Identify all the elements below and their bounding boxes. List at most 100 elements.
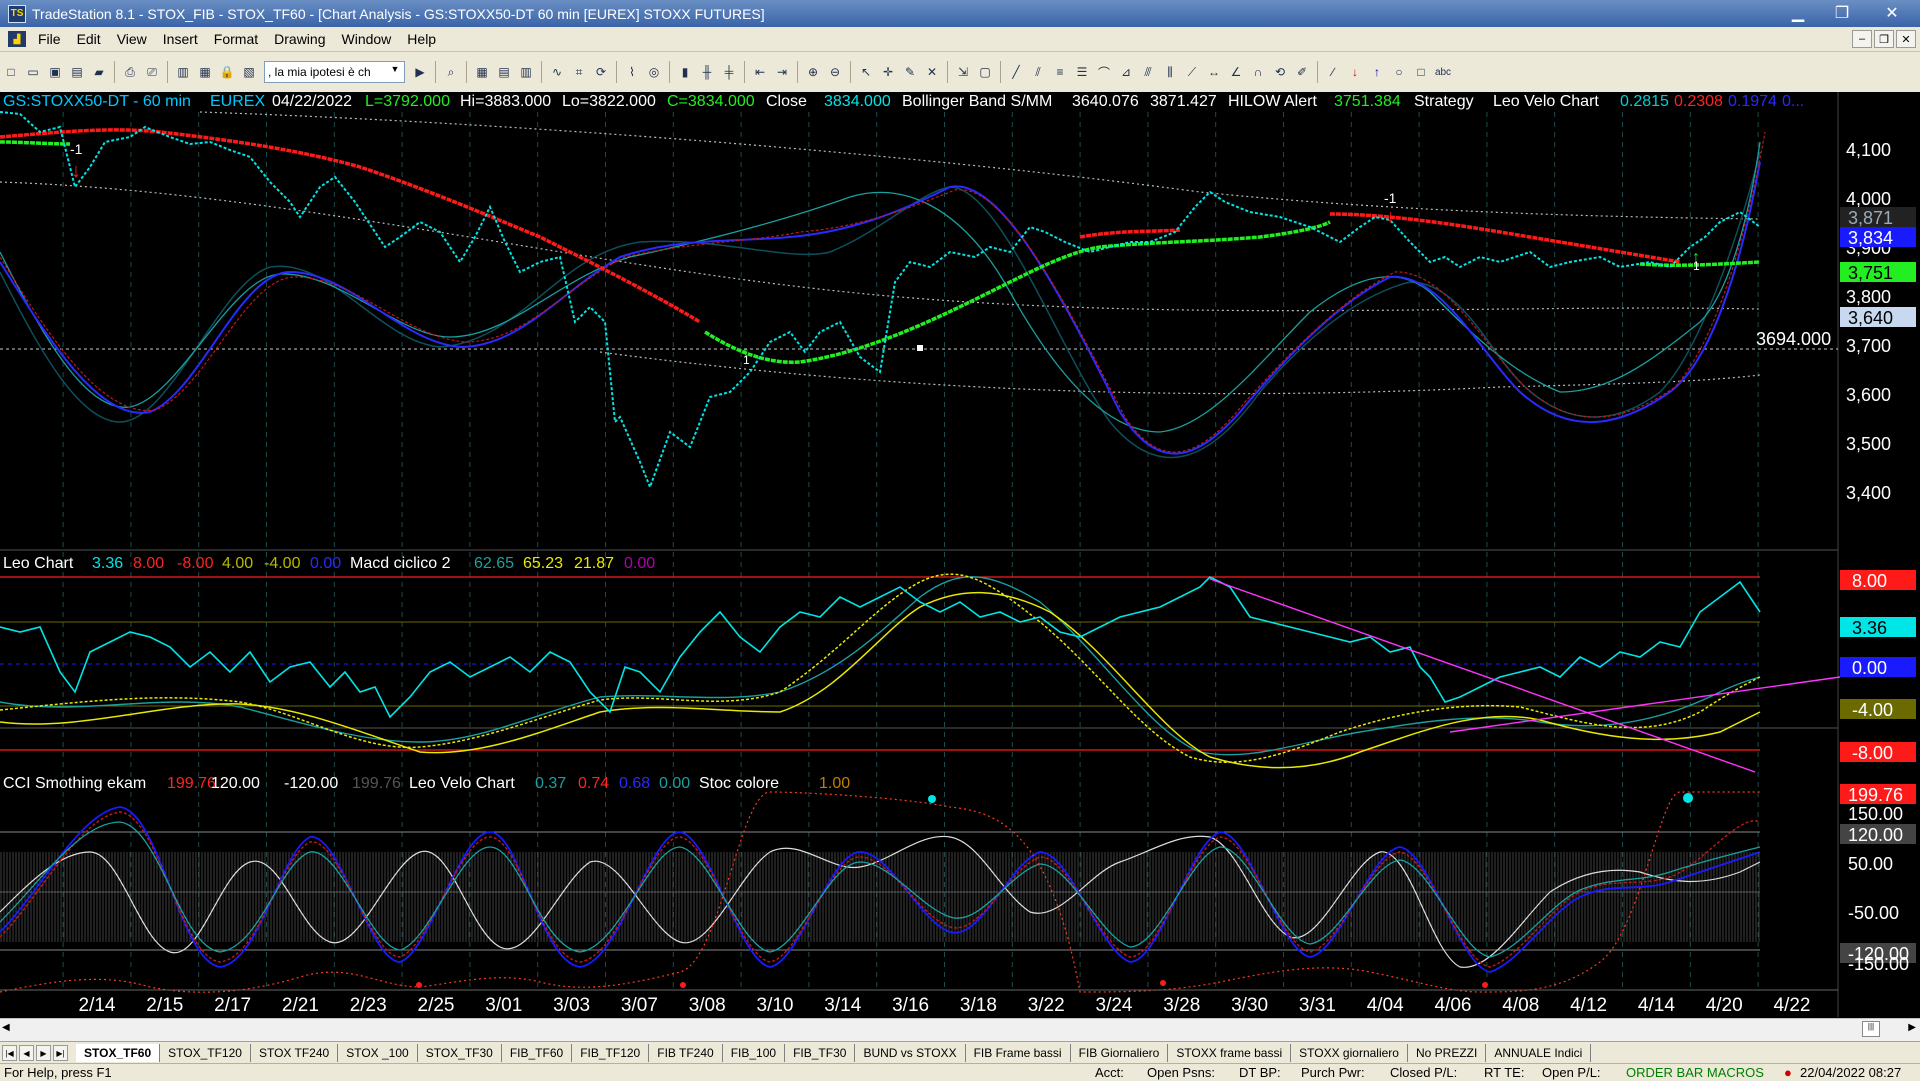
menu-file[interactable]: File bbox=[30, 31, 69, 47]
tab-fib-tf60[interactable]: FIB_TF60 bbox=[502, 1044, 573, 1062]
folder-icon[interactable]: ▰ bbox=[90, 63, 108, 81]
chart-document-icon[interactable]: ▟ bbox=[8, 31, 26, 47]
menu-view[interactable]: View bbox=[109, 31, 155, 47]
tab-stox-tf120[interactable]: STOX_TF120 bbox=[160, 1044, 251, 1062]
menu-edit[interactable]: Edit bbox=[69, 31, 109, 47]
down-arrow-icon[interactable]: ↓ bbox=[1346, 63, 1364, 81]
tab-stox-tf60[interactable]: STOX_TF60 bbox=[76, 1044, 161, 1062]
horizontal-lines-icon[interactable]: ≡ bbox=[1051, 63, 1069, 81]
menu-help[interactable]: Help bbox=[399, 31, 444, 47]
arc-icon[interactable]: ⌒ bbox=[1095, 63, 1113, 81]
tab-stox-tf30[interactable]: STOX_TF30 bbox=[418, 1044, 502, 1062]
menu-insert[interactable]: Insert bbox=[155, 31, 206, 47]
close-tool-icon[interactable]: ✕ bbox=[923, 63, 941, 81]
tab-fib-tf240[interactable]: FIB TF240 bbox=[649, 1044, 723, 1062]
chart-icon[interactable]: ▧ bbox=[240, 63, 258, 81]
table-icon[interactable]: ▥ bbox=[517, 63, 535, 81]
rectangle-icon[interactable]: □ bbox=[1412, 63, 1430, 81]
tab-stoxx-frame-bassi[interactable]: STOXX frame bassi bbox=[1168, 1044, 1292, 1062]
ellipse-icon[interactable]: ○ bbox=[1390, 63, 1408, 81]
tools-icon[interactable]: ✎ bbox=[901, 63, 919, 81]
gann-icon[interactable]: ⊿ bbox=[1117, 63, 1135, 81]
tab-bund-vs-stoxx[interactable]: BUND vs STOXX bbox=[855, 1044, 966, 1062]
tab-fib-100[interactable]: FIB_100 bbox=[723, 1044, 786, 1062]
indicator-icon[interactable]: ∿ bbox=[548, 63, 566, 81]
data-window-icon[interactable]: ▤ bbox=[495, 63, 513, 81]
maximize-button[interactable]: ❐ bbox=[1820, 0, 1864, 26]
line-chart-icon[interactable]: ⌇ bbox=[623, 63, 641, 81]
chart-analysis-area[interactable]: GS:STOXX50-DT - 60 min EUREX 04/22/2022 … bbox=[0, 92, 1920, 1017]
close-button[interactable]: ✕ bbox=[1864, 0, 1920, 26]
freehand-icon[interactable]: ∕ bbox=[1324, 63, 1342, 81]
format-icon[interactable]: ⌗ bbox=[570, 63, 588, 81]
scroll-thumb[interactable]: ||| bbox=[1862, 1021, 1880, 1037]
trendline-icon[interactable]: ╱ bbox=[1007, 63, 1025, 81]
layout-icon[interactable]: ▦ bbox=[196, 63, 214, 81]
magenta-trendline[interactable] bbox=[1209, 578, 1756, 773]
regression-icon[interactable]: ⟋ bbox=[1183, 63, 1201, 81]
tab-fib-tf120[interactable]: FIB_TF120 bbox=[572, 1044, 650, 1062]
spiral-icon[interactable]: ⟲ bbox=[1271, 63, 1289, 81]
mdi-restore-button[interactable]: ❐ bbox=[1874, 30, 1894, 48]
scroll-right-icon[interactable]: ⇥ bbox=[773, 63, 791, 81]
tab-stox-tf240[interactable]: STOX TF240 bbox=[251, 1044, 339, 1062]
tab-fib-tf30[interactable]: FIB_TF30 bbox=[785, 1044, 856, 1062]
zoom-out-icon[interactable]: ⊖ bbox=[826, 63, 844, 81]
tab-fib-giornaliero[interactable]: FIB Giornaliero bbox=[1071, 1044, 1169, 1062]
scroll-right-arrow-icon[interactable]: ▶ bbox=[1908, 1022, 1916, 1033]
menu-format[interactable]: Format bbox=[206, 31, 266, 47]
lock-icon[interactable]: 🔒 bbox=[218, 63, 236, 81]
angle-icon[interactable]: ∠ bbox=[1227, 63, 1245, 81]
refresh-icon[interactable]: ⟳ bbox=[592, 63, 610, 81]
tab-first-icon[interactable]: |◀ bbox=[2, 1045, 17, 1061]
grid-icon[interactable]: ▦ bbox=[473, 63, 491, 81]
tab-prev-icon[interactable]: ◀ bbox=[19, 1045, 34, 1061]
horizontal-scrollbar[interactable]: ◀ ||| ▶ bbox=[0, 1018, 1920, 1041]
workspace-icon[interactable]: ▤ bbox=[68, 63, 86, 81]
ohlc-icon[interactable]: ╪ bbox=[720, 63, 738, 81]
mdi-close-button[interactable]: ✕ bbox=[1896, 30, 1916, 48]
tab-fib-frame-bassi[interactable]: FIB Frame bassi bbox=[966, 1044, 1071, 1062]
save-icon[interactable]: ▣ bbox=[46, 63, 64, 81]
scroll-left-arrow-icon[interactable]: ◀ bbox=[2, 1022, 10, 1033]
tab-annuale-indici[interactable]: ANNUALE Indici bbox=[1486, 1044, 1592, 1062]
new-icon[interactable]: □ bbox=[2, 63, 20, 81]
mdi-minimize-button[interactable]: – bbox=[1852, 30, 1872, 48]
menu-drawing[interactable]: Drawing bbox=[266, 31, 333, 47]
open-icon[interactable]: ▭ bbox=[24, 63, 42, 81]
radar-icon[interactable]: ◎ bbox=[645, 63, 663, 81]
crosshair-icon[interactable]: ✛ bbox=[879, 63, 897, 81]
screen-icon[interactable]: ▢ bbox=[976, 63, 994, 81]
tab-stox-100[interactable]: STOX _100 bbox=[338, 1044, 418, 1062]
play-icon[interactable]: ▶ bbox=[411, 63, 429, 81]
print-preview-icon[interactable]: ⎚ bbox=[143, 63, 161, 81]
tab-last-icon[interactable]: ▶| bbox=[53, 1045, 68, 1061]
menu-window[interactable]: Window bbox=[334, 31, 400, 47]
pointer-icon[interactable]: ↖ bbox=[857, 63, 875, 81]
bar-chart-icon[interactable]: ▮ bbox=[676, 63, 694, 81]
text-icon[interactable]: abc bbox=[1434, 63, 1452, 81]
minimize-button[interactable]: ▁ bbox=[1776, 0, 1820, 26]
export-icon[interactable]: ⇲ bbox=[954, 63, 972, 81]
fib-icon[interactable]: ☰ bbox=[1073, 63, 1091, 81]
tab-stoxx-giornaliero[interactable]: STOXX giornaliero bbox=[1291, 1044, 1408, 1062]
status-macros[interactable]: ORDER BAR MACROS bbox=[1626, 1065, 1764, 1080]
line-anchor-handle[interactable] bbox=[917, 345, 923, 351]
cycle-icon[interactable]: ∩ bbox=[1249, 63, 1267, 81]
strategy-select[interactable]: , la mia ipotesi è ch ▼ bbox=[264, 61, 405, 83]
speed-lines-icon[interactable]: ⫻ bbox=[1139, 63, 1157, 81]
pen-icon[interactable]: ✐ bbox=[1293, 63, 1311, 81]
candle-icon[interactable]: ╫ bbox=[698, 63, 716, 81]
zoom-in-icon[interactable]: ⊕ bbox=[804, 63, 822, 81]
tab-no-prezzi[interactable]: No PREZZI bbox=[1408, 1044, 1487, 1062]
tab-next-icon[interactable]: ▶ bbox=[36, 1045, 51, 1061]
andrews-icon[interactable]: ⫼ bbox=[1161, 63, 1179, 81]
print-icon[interactable]: ⎙ bbox=[121, 63, 139, 81]
window-icon[interactable]: ▥ bbox=[174, 63, 192, 81]
scroll-left-icon[interactable]: ⇤ bbox=[751, 63, 769, 81]
parallel-lines-icon[interactable]: ⫽ bbox=[1029, 63, 1047, 81]
ray-icon[interactable]: ↔ bbox=[1205, 63, 1223, 81]
search-icon[interactable]: ⌕ bbox=[442, 63, 460, 81]
up-arrow-icon[interactable]: ↑ bbox=[1368, 63, 1386, 81]
chevron-down-icon[interactable]: ▼ bbox=[388, 64, 402, 78]
